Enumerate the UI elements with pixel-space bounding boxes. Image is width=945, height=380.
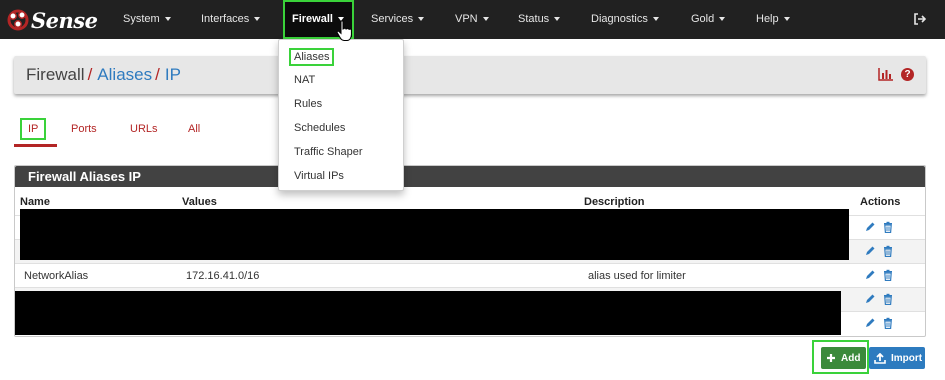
breadcrumb: Firewall / Aliases / IP	[26, 65, 181, 85]
caret-down-icon	[418, 17, 425, 22]
top-navbar: Sense System Interfaces Firewall Service…	[0, 0, 945, 39]
help-question-icon[interactable]: ?	[901, 68, 914, 81]
redacted-region	[15, 291, 841, 335]
upload-icon	[874, 352, 886, 364]
nav-gold[interactable]: Gold	[691, 0, 726, 39]
row-actions	[864, 293, 894, 305]
trash-delete-icon[interactable]	[882, 269, 894, 281]
trash-delete-icon[interactable]	[882, 293, 894, 305]
nav-label: VPN	[455, 13, 478, 25]
nav-diagnostics[interactable]: Diagnostics	[591, 0, 659, 39]
hand-pointer-cursor-icon	[336, 20, 352, 41]
nav-label: Diagnostics	[591, 13, 648, 25]
menu-item-schedules[interactable]: Schedules	[294, 122, 345, 134]
trash-delete-icon[interactable]	[882, 221, 894, 233]
nav-label: Status	[518, 13, 550, 25]
caret-down-icon	[254, 17, 261, 22]
trash-delete-icon[interactable]	[882, 245, 894, 257]
aliases-panel: Firewall Aliases IP Name Values Descript…	[14, 165, 926, 337]
caret-down-icon	[482, 17, 489, 22]
alias-values: 172.16.41.0/16	[186, 270, 260, 282]
breadcrumb-ip-link[interactable]: IP	[165, 65, 181, 84]
import-button-label: Import	[891, 352, 923, 364]
breadcrumb-separator: /	[155, 65, 160, 84]
bar-chart-icon[interactable]	[878, 68, 893, 81]
pfsense-gear-logo-icon	[7, 9, 29, 31]
nav-status[interactable]: Status	[518, 0, 561, 39]
add-button-label: Add	[841, 352, 861, 364]
caret-down-icon	[164, 17, 171, 22]
active-tab-underline	[14, 144, 57, 147]
breadcrumb-separator: /	[87, 65, 93, 84]
alias-description: alias used for limiter	[588, 270, 686, 282]
add-button[interactable]: Add	[821, 347, 866, 369]
column-header-actions: Actions	[860, 196, 901, 208]
tab-ip[interactable]: IP	[20, 118, 47, 140]
nav-system[interactable]: System	[123, 0, 171, 39]
pencil-edit-icon[interactable]	[864, 269, 876, 281]
trash-delete-icon[interactable]	[882, 317, 894, 329]
pencil-edit-icon[interactable]	[864, 293, 876, 305]
menu-item-virtual-ips[interactable]: Virtual IPs	[294, 170, 344, 182]
panel-title: Firewall Aliases IP	[15, 166, 925, 187]
nav-label: System	[123, 13, 160, 25]
tab-all[interactable]: All	[188, 121, 200, 137]
nav-label: Services	[371, 13, 414, 25]
nav-label: Help	[756, 13, 779, 25]
redacted-region	[20, 209, 849, 260]
logout-icon[interactable]	[913, 12, 927, 26]
menu-item-aliases[interactable]: Aliases	[288, 48, 335, 66]
row-actions	[864, 269, 894, 281]
pfsense-logo[interactable]: Sense	[6, 6, 98, 34]
import-button[interactable]: Import	[869, 347, 925, 369]
row-actions	[864, 245, 894, 257]
tab-urls[interactable]: URLs	[130, 121, 158, 137]
menu-item-nat[interactable]: NAT	[294, 74, 315, 86]
tab-ports[interactable]: Ports	[71, 121, 97, 137]
nav-services[interactable]: Services	[371, 0, 425, 39]
firewall-dropdown-menu: Aliases NAT Rules Schedules Traffic Shap…	[278, 39, 404, 191]
caret-down-icon	[554, 17, 561, 22]
menu-item-traffic-shaper[interactable]: Traffic Shaper	[294, 146, 362, 158]
caret-down-icon	[652, 17, 659, 22]
caret-down-icon	[783, 17, 790, 22]
nav-interfaces[interactable]: Interfaces	[201, 0, 261, 39]
column-header-values: Values	[182, 196, 217, 208]
nav-label: Interfaces	[201, 13, 250, 25]
plus-icon	[827, 354, 835, 362]
column-header-description: Description	[584, 196, 645, 208]
row-actions	[864, 221, 894, 233]
pencil-edit-icon[interactable]	[864, 221, 876, 233]
pencil-edit-icon[interactable]	[864, 317, 876, 329]
pencil-edit-icon[interactable]	[864, 245, 876, 257]
nav-vpn[interactable]: VPN	[455, 0, 489, 39]
alias-name: NetworkAlias	[24, 270, 89, 282]
breadcrumb-root: Firewall	[26, 65, 85, 84]
column-header-name: Name	[20, 196, 50, 208]
brand-name: Sense	[31, 7, 98, 33]
caret-down-icon	[719, 17, 726, 22]
breadcrumb-aliases-link[interactable]: Aliases	[97, 65, 152, 84]
nav-label: Gold	[691, 13, 715, 25]
row-actions	[864, 317, 894, 329]
menu-item-rules[interactable]: Rules	[294, 98, 322, 110]
table-row: NetworkAlias 172.16.41.0/16 alias used f…	[15, 263, 925, 287]
nav-label: Firewall	[292, 13, 333, 25]
breadcrumb-bar: Firewall / Aliases / IP ?	[14, 56, 926, 94]
nav-help[interactable]: Help	[756, 0, 790, 39]
